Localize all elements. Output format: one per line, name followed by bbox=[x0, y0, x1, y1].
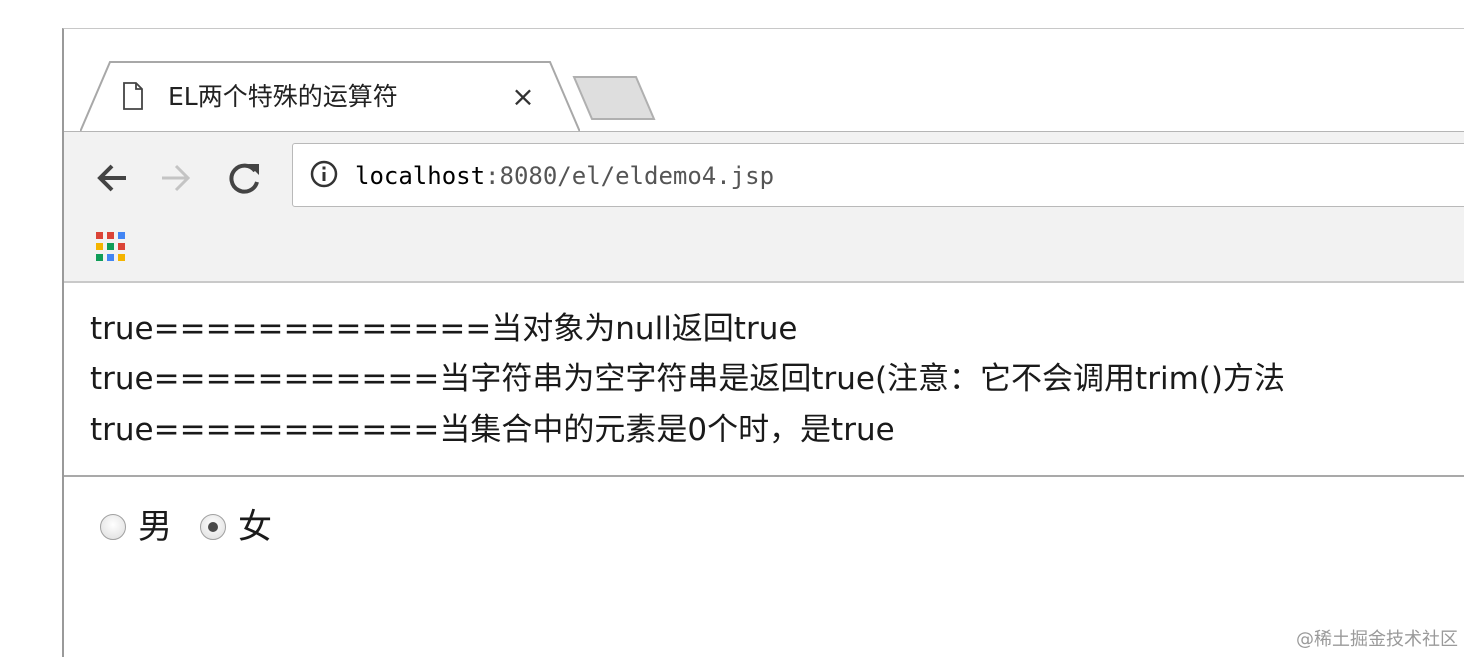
browser-window: EL两个特殊的运算符 × localhost:8080/el/eldemo4.j… bbox=[62, 28, 1464, 657]
tab-title: EL两个特殊的运算符 bbox=[168, 82, 398, 111]
result-line-empty-collection: true===========当集合中的元素是0个时，是true bbox=[90, 412, 895, 448]
page-content: true=============当对象为null返回true true====… bbox=[64, 283, 1464, 657]
reload-icon bbox=[229, 163, 259, 194]
tab-close-button[interactable]: × bbox=[508, 81, 538, 113]
watermark: @稀土掘金技术社区 bbox=[1296, 629, 1458, 650]
apps-grid-icon[interactable] bbox=[95, 231, 127, 267]
document-icon bbox=[122, 82, 144, 114]
radio-female-label[interactable]: 女 bbox=[238, 505, 272, 549]
new-tab-button[interactable] bbox=[572, 75, 656, 121]
url-host: localhost bbox=[355, 162, 486, 190]
address-bar[interactable]: localhost:8080/el/eldemo4.jsp bbox=[292, 143, 1464, 207]
radio-female[interactable] bbox=[200, 514, 226, 540]
url-path: :8080/el/eldemo4.jsp bbox=[485, 162, 775, 190]
address-url[interactable]: localhost:8080/el/eldemo4.jsp bbox=[355, 160, 774, 192]
forward-button[interactable] bbox=[156, 158, 196, 198]
forward-arrow-icon bbox=[162, 164, 191, 192]
horizontal-rule bbox=[64, 475, 1464, 477]
back-button[interactable] bbox=[92, 158, 132, 198]
radio-male[interactable] bbox=[100, 514, 126, 540]
result-line-empty-string: true===========当字符串为空字符串是返回true(注意：它不会调用… bbox=[90, 361, 1285, 397]
browser-toolbar: localhost:8080/el/eldemo4.jsp bbox=[64, 131, 1464, 283]
result-line-null: true=============当对象为null返回true bbox=[90, 311, 798, 347]
back-arrow-icon bbox=[97, 164, 126, 192]
info-icon[interactable] bbox=[309, 159, 339, 193]
reload-button[interactable] bbox=[224, 158, 264, 198]
tab-strip: EL两个特殊的运算符 × bbox=[64, 29, 1464, 133]
radio-male-label[interactable]: 男 bbox=[138, 505, 172, 549]
